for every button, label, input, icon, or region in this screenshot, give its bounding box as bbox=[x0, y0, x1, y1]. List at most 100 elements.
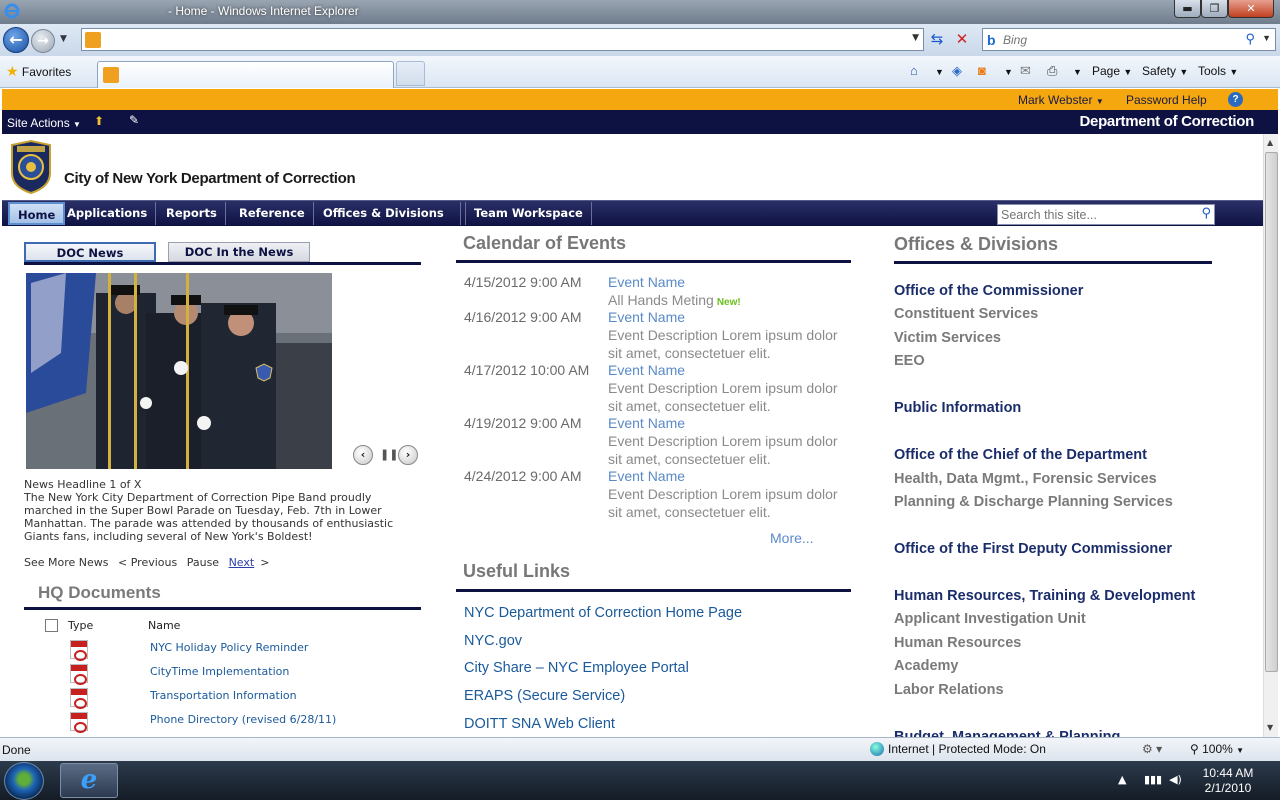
close-window-button[interactable]: ✕ bbox=[1228, 0, 1274, 18]
news-photo[interactable] bbox=[26, 273, 332, 469]
minimize-button[interactable]: ▬ bbox=[1174, 0, 1201, 18]
division-link[interactable]: Applicant Investigation Unit bbox=[894, 611, 1086, 627]
previous-news-link[interactable]: < Previous bbox=[118, 556, 177, 569]
slideshow-previous-icon[interactable]: ‹ bbox=[353, 445, 373, 465]
search-icon[interactable]: ⚲ bbox=[1245, 31, 1255, 47]
taskbar-clock[interactable]: 10:44 AM 2/1/2010 bbox=[1196, 766, 1260, 796]
site-search-icon[interactable]: ⚲ bbox=[1201, 206, 1211, 221]
division-link[interactable]: Labor Relations bbox=[894, 682, 1004, 698]
office-link[interactable]: Public Information bbox=[894, 400, 1021, 416]
document-link[interactable]: CityTime Implementation bbox=[150, 665, 289, 678]
maximize-button[interactable]: ❐ bbox=[1201, 0, 1228, 18]
nav-applications[interactable]: Applications bbox=[59, 202, 157, 225]
useful-link[interactable]: NYC Department of Correction Home Page bbox=[464, 605, 742, 621]
scroll-up-icon[interactable]: ▲ bbox=[1267, 138, 1273, 147]
help-icon[interactable]: ? bbox=[1228, 92, 1243, 107]
site-actions-menu[interactable]: Site Actions ▼ bbox=[7, 116, 81, 130]
document-link[interactable]: Transportation Information bbox=[150, 689, 297, 702]
useful-link[interactable]: NYC.gov bbox=[464, 633, 522, 649]
safety-menu[interactable]: Safety ▼ bbox=[1142, 64, 1188, 78]
document-link[interactable]: NYC Holiday Policy Reminder bbox=[150, 641, 308, 654]
tab-doc-news[interactable]: DOC News bbox=[24, 242, 156, 262]
feeds-dropdown-icon[interactable]: ▼ bbox=[1004, 64, 1013, 78]
useful-link[interactable]: DOITT SNA Web Client bbox=[464, 716, 615, 732]
division-link[interactable]: EEO bbox=[894, 353, 925, 369]
nav-reports[interactable]: Reports bbox=[158, 202, 226, 225]
page-menu[interactable]: Page ▼ bbox=[1092, 64, 1132, 78]
column-header-type[interactable]: Type bbox=[68, 619, 93, 632]
navigate-up-icon[interactable]: ⬆ bbox=[94, 114, 104, 128]
address-input[interactable]: ▼ bbox=[81, 28, 924, 51]
division-link[interactable]: Academy bbox=[894, 658, 958, 674]
site-search-input[interactable] bbox=[1001, 207, 1191, 222]
refresh-icon[interactable]: ⇆ bbox=[926, 29, 948, 51]
web-slices-icon[interactable]: ◈ bbox=[952, 63, 962, 79]
home-icon[interactable]: ⌂ bbox=[910, 63, 918, 78]
security-zone[interactable]: Internet | Protected Mode: On bbox=[870, 742, 1046, 756]
favorites-button[interactable]: ★ Favorites bbox=[6, 63, 71, 80]
page-content: Mark Webster ▼ Password Help ? Site Acti… bbox=[2, 89, 1278, 737]
event-name-link[interactable]: Event Name bbox=[608, 415, 685, 431]
tab-doc-in-the-news[interactable]: DOC In the News bbox=[168, 242, 310, 262]
division-link[interactable]: Health, Data Mgmt., Forensic Services bbox=[894, 471, 1157, 487]
event-name-link[interactable]: Event Name bbox=[608, 468, 685, 484]
event-name-link[interactable]: Event Name bbox=[608, 309, 685, 325]
address-dropdown-icon[interactable]: ▼ bbox=[912, 33, 919, 43]
zoom-control[interactable]: ⚲ 100% ▼ bbox=[1190, 742, 1244, 756]
edit-page-icon[interactable]: ✎ bbox=[129, 113, 139, 127]
scroll-down-icon[interactable]: ▼ bbox=[1267, 723, 1273, 732]
office-link[interactable]: Budget, Management & Planning bbox=[894, 729, 1120, 737]
division-link[interactable]: Victim Services bbox=[894, 330, 1001, 346]
event-name-link[interactable]: Event Name bbox=[608, 274, 685, 290]
status-text: Done bbox=[2, 743, 31, 757]
search-options-dropdown-icon[interactable]: ▼ bbox=[1262, 33, 1271, 43]
system-tray[interactable]: ▲ ▮▮▮ ◀) bbox=[1118, 773, 1182, 786]
office-link[interactable]: Office of the First Deputy Commissioner bbox=[894, 541, 1172, 557]
site-search-box[interactable]: ⚲ bbox=[997, 204, 1215, 225]
home-dropdown-icon[interactable]: ▼ bbox=[935, 64, 944, 78]
mail-icon[interactable]: ✉ bbox=[1020, 63, 1031, 79]
event-name-link[interactable]: Event Name bbox=[608, 362, 685, 378]
document-link[interactable]: Phone Directory (revised 6/28/11) bbox=[150, 713, 336, 726]
division-link[interactable]: Human Resources bbox=[894, 635, 1021, 651]
browser-search-box[interactable]: b ⚲ ▼ bbox=[982, 28, 1276, 51]
page-scrollbar[interactable]: ▲ ▼ bbox=[1263, 134, 1278, 737]
office-link[interactable]: Human Resources, Training & Development bbox=[894, 588, 1195, 604]
nav-reference[interactable]: Reference bbox=[231, 202, 314, 225]
useful-link[interactable]: City Share – NYC Employee Portal bbox=[464, 660, 689, 676]
office-link[interactable]: Office of the Chief of the Department bbox=[894, 447, 1147, 463]
division-link[interactable]: Constituent Services bbox=[894, 306, 1038, 322]
more-events-link[interactable]: More... bbox=[770, 530, 814, 546]
column-header-name[interactable]: Name bbox=[148, 619, 180, 632]
print-dropdown-icon[interactable]: ▼ bbox=[1073, 64, 1082, 78]
see-more-news-link[interactable]: See More News bbox=[24, 556, 109, 569]
rss-icon[interactable]: ◙ bbox=[978, 63, 986, 78]
start-button[interactable] bbox=[4, 762, 44, 800]
protected-mode-settings-icon[interactable]: ⚙ ▾ bbox=[1142, 742, 1162, 756]
browser-search-input[interactable] bbox=[1003, 31, 1233, 48]
nav-home[interactable]: Home bbox=[8, 202, 66, 225]
user-menu[interactable]: Mark Webster ▼ bbox=[1018, 93, 1104, 107]
stop-icon[interactable]: ✕ bbox=[951, 29, 973, 51]
useful-link[interactable]: ERAPS (Secure Service) bbox=[464, 688, 625, 704]
slideshow-next-icon[interactable]: › bbox=[398, 445, 418, 465]
division-link[interactable]: Planning & Discharge Planning Services bbox=[894, 494, 1173, 510]
history-dropdown-icon[interactable]: ▼ bbox=[60, 34, 67, 44]
nav-team-workspace[interactable]: Team Workspace bbox=[465, 202, 592, 225]
browser-tab-active[interactable] bbox=[97, 61, 394, 88]
office-link[interactable]: Office of the Commissioner bbox=[894, 283, 1083, 299]
new-tab-button[interactable] bbox=[396, 61, 425, 86]
printer-icon[interactable]: ⎙ bbox=[1047, 63, 1057, 79]
password-help-link[interactable]: Password Help bbox=[1126, 93, 1207, 107]
forward-arrow-icon[interactable]: → bbox=[31, 29, 55, 53]
scroll-thumb[interactable] bbox=[1265, 152, 1278, 672]
pause-news-link[interactable]: Pause bbox=[187, 556, 219, 569]
slideshow-pause-icon[interactable]: ❚❚ bbox=[380, 448, 398, 461]
select-all-checkbox[interactable] bbox=[45, 619, 58, 632]
nav-offices-divisions[interactable]: Offices & Divisions ▶ bbox=[315, 202, 461, 241]
tools-menu[interactable]: Tools ▼ bbox=[1198, 64, 1238, 78]
next-news-link[interactable]: Next bbox=[229, 556, 255, 569]
internet-explorer-taskbar-icon[interactable]: e bbox=[60, 763, 118, 798]
back-arrow-icon[interactable]: ← bbox=[3, 27, 29, 53]
correction-badge-logo[interactable] bbox=[8, 139, 54, 195]
